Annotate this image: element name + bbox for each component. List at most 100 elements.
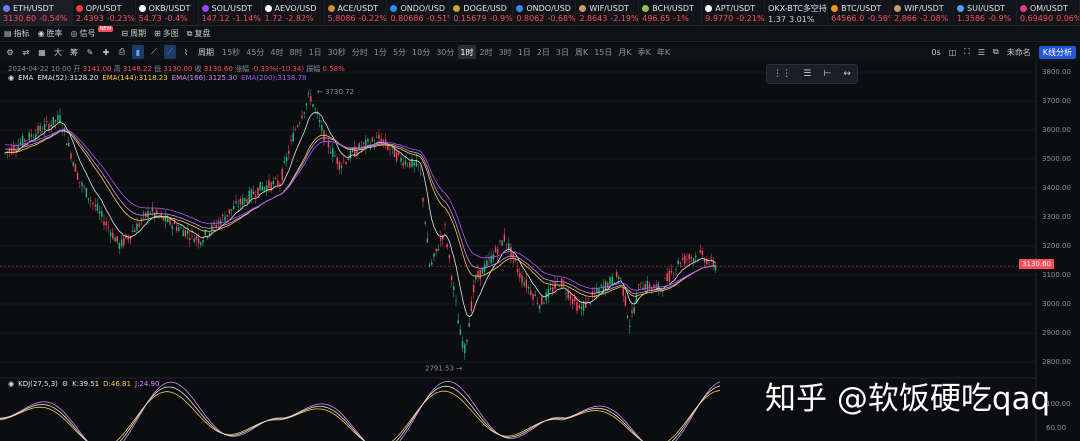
ticker-tab[interactable]: SUI/USDT 1.3586 -0.9% (954, 0, 1017, 25)
candle-body (180, 227, 182, 229)
timeframe-option[interactable]: 月K (616, 45, 633, 59)
ticker-tab[interactable]: OM/USDT 0.69490 0.06% (1017, 0, 1080, 25)
ticker-tab[interactable]: OKB/USDT 54.73 -0.4% (136, 0, 199, 25)
crosshair-icon[interactable]: ✚ (100, 45, 112, 59)
eye-icon[interactable]: ◉ (8, 74, 14, 82)
timeframe-option[interactable]: 季K (636, 45, 653, 59)
chips-icon[interactable]: 筹 (68, 45, 80, 59)
candle-body (206, 237, 209, 238)
drawing-tool-icon[interactable]: ⟋ (148, 45, 160, 59)
ema-info: ◉ EMA EMA(52):3128.20 EMA(144):3118.23 E… (8, 74, 307, 82)
refresh-timer[interactable]: 0s (931, 48, 940, 57)
candle-body (76, 173, 79, 180)
ticker-tab[interactable]: ONDO/USD0.80686-0.51% (387, 0, 451, 25)
ticker-tab[interactable]: APT/USDT 9.9770 -0.21% (702, 0, 766, 25)
candle-body (501, 240, 503, 246)
timeframe-option[interactable]: 30秒 (326, 45, 348, 59)
ticker-tab[interactable]: BCH/USDT 496.65 -1% (639, 0, 703, 25)
ticker-tab[interactable]: WIF/USDT 2.8643 -2.19% (576, 0, 640, 25)
big-icon[interactable]: 大 (52, 45, 64, 59)
timeframe-option[interactable]: 15日 (592, 45, 614, 59)
timeframe-option[interactable]: 1分 (372, 45, 389, 59)
candle-body (134, 229, 136, 233)
compare-icon[interactable]: ⇄ (20, 45, 32, 59)
timeframe-option[interactable]: 3日 (554, 45, 571, 59)
candle-body (448, 254, 451, 258)
template-icon[interactable]: ⧉ (993, 47, 999, 57)
ticker-tab[interactable]: ACE/USDT 5.8086 -0.22% (325, 0, 388, 25)
ticker-tab[interactable]: SOL/USDT 147.12 -1.14% (199, 0, 262, 25)
candle-body (103, 221, 105, 226)
coin-icon (1019, 5, 1027, 12)
candle-body (116, 236, 118, 242)
period-label[interactable]: 周期 (196, 45, 216, 59)
ticker-values: 1.72 -2.82% (264, 14, 314, 23)
settings-right-icon[interactable]: ☰ (978, 48, 985, 57)
candle-body (193, 239, 195, 243)
drag-handle-icon[interactable]: ⋮⋮ (773, 69, 791, 79)
settings-icon[interactable]: ⚙ (4, 45, 16, 59)
ticker-tab[interactable]: DOGE/USD 0.15679 -0.9% (450, 0, 514, 25)
candle-body (609, 277, 611, 285)
unnamed-layout[interactable]: 未命名 (1007, 47, 1031, 58)
candle-body (239, 198, 242, 205)
ticker-tab[interactable]: AEVO/USD 1.72 -2.82% (262, 0, 325, 25)
eye-icon-kdj[interactable]: ◉ (8, 380, 14, 388)
timeframe-option[interactable]: 分时 (350, 45, 370, 59)
candle-body (624, 296, 627, 306)
hline-icon[interactable]: ⊢ (823, 69, 831, 79)
ticker-tab[interactable]: OP/USDT 2.4393 -0.23% (73, 0, 136, 25)
timeframe-option[interactable]: 45分 (244, 45, 266, 59)
list-icon[interactable]: ☰ (803, 69, 811, 79)
timeframe-option[interactable]: 4时 (268, 45, 285, 59)
camera-button-icon[interactable]: ◫ (949, 48, 957, 57)
ticker-symbol: APT/USDT (705, 4, 761, 13)
candle-body (101, 211, 103, 217)
coin-icon (957, 5, 965, 12)
layout-icon[interactable]: ▦ (36, 45, 48, 59)
ticker-tab[interactable]: ONDO/USD 0.8062 -0.68% (513, 0, 577, 25)
indicator-button[interactable]: ▤ 指标 (4, 28, 30, 39)
candle-body (699, 250, 701, 253)
fullscreen-icon[interactable]: ⛶ (964, 47, 970, 57)
replay-button[interactable]: ⧉ 复盘 (187, 28, 211, 39)
candle-icon[interactable]: ▮ (132, 45, 144, 59)
kline-analysis-button[interactable]: K线分析 (1038, 45, 1076, 59)
candle-body (468, 323, 470, 327)
timeframe-option[interactable]: 8时 (287, 45, 304, 59)
ruler-icon[interactable]: ⌇ (180, 45, 192, 59)
candle-body (283, 161, 286, 164)
timeframe-option[interactable]: 2时 (478, 45, 495, 59)
timeframe-option[interactable]: 15秒 (220, 45, 242, 59)
timeframe-option[interactable]: 30分 (434, 45, 456, 59)
candle-body (582, 302, 585, 311)
multi-chart-button[interactable]: ⊞ 多图 (154, 28, 179, 39)
candle-body (398, 152, 400, 155)
timeframe-option[interactable]: 3时 (497, 45, 514, 59)
pencil-icon[interactable]: ✎ (84, 45, 96, 59)
ticker-tab[interactable]: WIF/USDT 2.866 -2.08% (891, 0, 955, 25)
win-rate-button[interactable]: ◉ 胜率 (38, 28, 63, 39)
camera-icon[interactable]: ⎙ (116, 45, 128, 59)
ticker-values: 1.37 3.01% (768, 15, 815, 24)
timeframe-option[interactable]: 5分 (391, 45, 408, 59)
timeframe-option[interactable]: 年K (655, 45, 672, 59)
range-icon[interactable]: ↔ (843, 69, 851, 79)
timeframe-option[interactable]: 2日 (535, 45, 552, 59)
ticker-tab[interactable]: OKX-BTC多空持 1.37 3.01% (765, 0, 829, 25)
cycle-button[interactable]: ⊟ 周期 (121, 28, 146, 39)
kdj-toggle-icon[interactable]: ⚙ (62, 380, 68, 388)
candle-body (541, 296, 543, 305)
ticker-tab[interactable]: ETH/USDT 3130.60 -0.54% (0, 0, 73, 25)
signal-button[interactable]: ◎ 信号 (71, 28, 96, 39)
ticker-tab[interactable]: BTC/USDT64566.0-0.58% (828, 0, 892, 25)
trend-icon[interactable]: ⟋ (164, 45, 176, 59)
candle-body (52, 116, 55, 125)
timeframe-option[interactable]: 周K (573, 45, 590, 59)
timeframe-option[interactable]: 1日 (516, 45, 533, 59)
candle-body (486, 260, 488, 267)
timeframe-option[interactable]: 1日 (307, 45, 324, 59)
timeframe-option[interactable]: 1时 (458, 45, 476, 59)
timeframe-option[interactable]: 10分 (410, 45, 432, 59)
candle-body (600, 284, 602, 287)
